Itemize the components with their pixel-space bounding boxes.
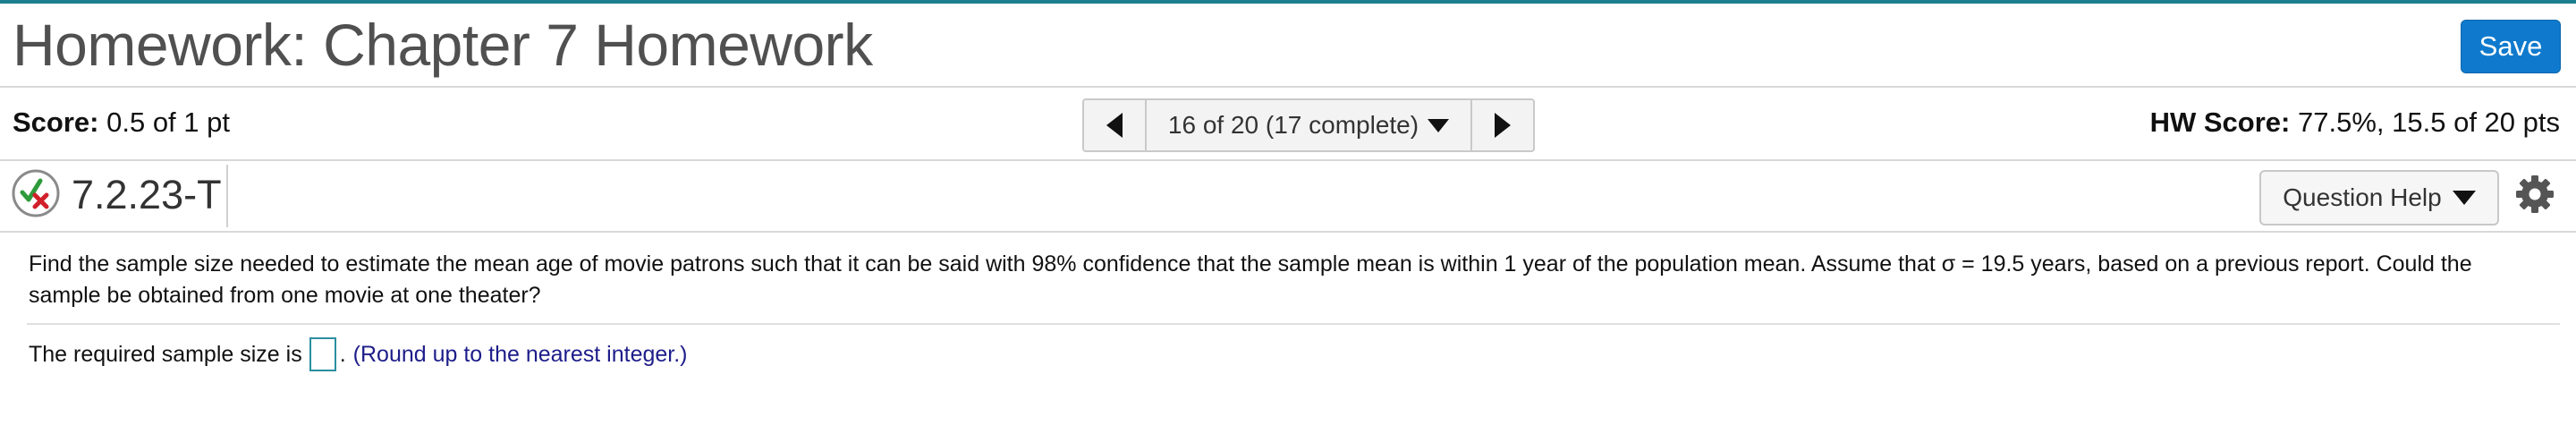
gear-icon[interactable]	[2514, 174, 2555, 215]
hw-score-value: 77.5%, 15.5 of 20 pts	[2298, 106, 2560, 138]
chevron-down-icon	[1428, 118, 1450, 132]
score-value: 0.5 of 1 pt	[106, 106, 230, 138]
score-bar: Score: 0.5 of 1 pt 16 of 20 (17 complete…	[0, 88, 2576, 161]
divider	[27, 323, 2560, 325]
sample-size-input[interactable]	[309, 337, 336, 371]
question-position-label: 16 of 20 (17 complete)	[1167, 111, 1419, 139]
page-title: Homework: Chapter 7 Homework	[13, 12, 873, 78]
divider	[226, 165, 228, 227]
question-id-bar: 7.2.23-T Question Help	[0, 161, 2576, 233]
previous-arrow-icon	[1106, 113, 1123, 138]
previous-question-button[interactable]	[1084, 100, 1147, 150]
score-label: Score:	[13, 106, 99, 138]
hw-score: HW Score: 77.5%, 15.5 of 20 pts	[2150, 106, 2560, 139]
hw-score-label: HW Score:	[2149, 106, 2291, 138]
answer-suffix: .	[339, 341, 346, 367]
question-navigator: 16 of 20 (17 complete)	[1082, 98, 1535, 152]
save-button[interactable]: Save	[2461, 20, 2561, 73]
next-arrow-icon	[1495, 113, 1511, 138]
answer-row: The required sample size is . (Round up …	[29, 335, 688, 374]
next-question-button[interactable]	[1470, 100, 1533, 150]
header: Homework: Chapter 7 Homework Save	[0, 4, 2576, 88]
answer-prefix: The required sample size is	[29, 341, 302, 367]
question-position-dropdown[interactable]: 16 of 20 (17 complete)	[1147, 100, 1470, 150]
question-help-button[interactable]: Question Help	[2259, 170, 2499, 226]
question-help-label: Question Help	[2283, 183, 2442, 211]
chevron-down-icon	[2452, 191, 2476, 205]
score: Score: 0.5 of 1 pt	[13, 106, 230, 139]
question-text: Find the sample size needed to estimate …	[29, 251, 2472, 308]
partially-correct-icon	[12, 169, 60, 217]
rounding-hint: (Round up to the nearest integer.)	[352, 341, 688, 367]
question-id: 7.2.23-T	[72, 172, 222, 217]
